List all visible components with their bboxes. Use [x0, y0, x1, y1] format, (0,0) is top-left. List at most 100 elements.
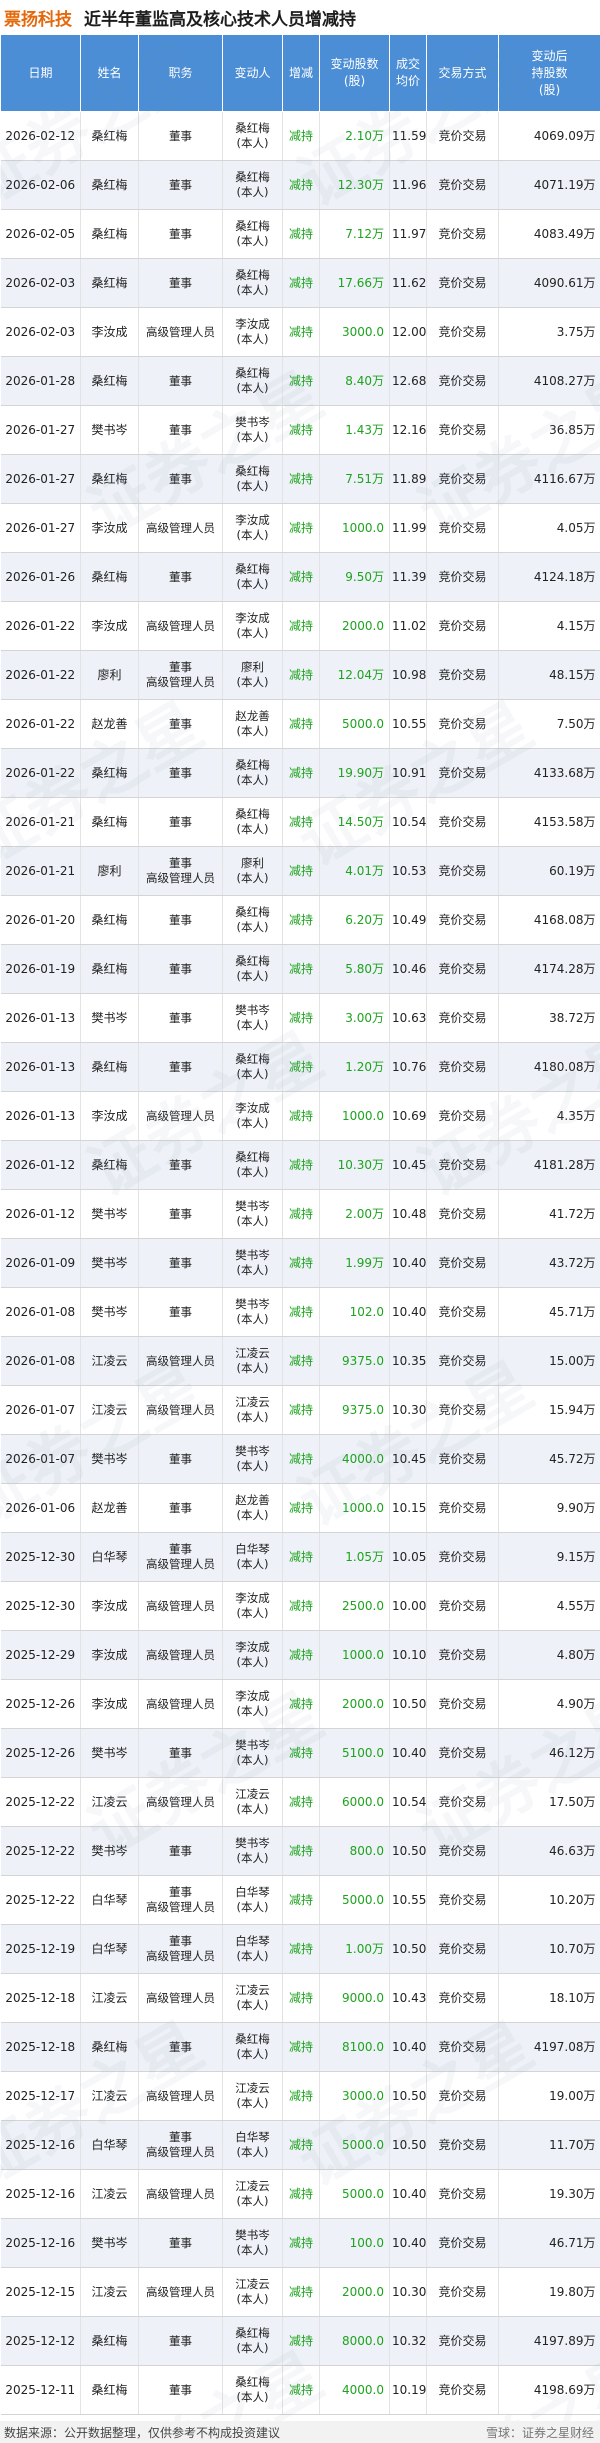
cell-direction: 减持	[282, 307, 320, 357]
cell-holdings-after: 45.71万	[498, 1287, 600, 1337]
company-name: 票扬科技	[4, 9, 72, 30]
cell-holdings-after: 15.94万	[498, 1385, 600, 1435]
cell-direction: 减持	[282, 1875, 320, 1925]
cell-price: 10.48	[389, 1189, 427, 1239]
cell-holdings-after: 4197.89万	[498, 2316, 600, 2366]
cell-direction: 减持	[282, 1434, 320, 1484]
cell-price: 10.53	[389, 846, 427, 896]
cell-amount: 6000.0	[319, 1777, 390, 1827]
table-row: 2026-01-12 桑红梅 董事 桑红梅 (本人) 减持 10.30万 10.45 竞价交易 4…	[0, 1140, 600, 1190]
cell-date: 2026-02-03	[0, 307, 81, 357]
cell-direction: 减持	[282, 1042, 320, 1092]
cell-name: 桑红梅	[80, 895, 139, 945]
table-row: 2026-01-21 桑红梅 董事 桑红梅 (本人) 减持 14.50万 10.54 竞价交易 4…	[0, 797, 600, 847]
cell-role: 高级管理人员	[138, 1973, 223, 2023]
cell-method: 竞价交易	[426, 1385, 499, 1435]
cell-price: 11.96	[389, 160, 427, 210]
cell-price: 10.63	[389, 993, 427, 1043]
cell-date: 2025-12-26	[0, 1679, 81, 1729]
cell-changer: 白华琴 (本人)	[222, 2120, 283, 2170]
cell-amount: 1000.0	[319, 1630, 390, 1680]
cell-changer: 江凌云 (本人)	[222, 1336, 283, 1386]
cell-direction: 减持	[282, 1483, 320, 1533]
table-row: 2025-12-18 桑红梅 董事 桑红梅 (本人) 减持 8100.0 10.40 竞价交易 4…	[0, 2022, 600, 2072]
cell-amount: 3.00万	[319, 993, 390, 1043]
table-row: 2025-12-22 江凌云 高级管理人员 江凌云 (本人) 减持 6000.0 10.54 竞…	[0, 1777, 600, 1827]
cell-amount: 3000.0	[319, 2071, 390, 2121]
cell-direction: 减持	[282, 160, 320, 210]
cell-method: 竞价交易	[426, 1287, 499, 1337]
cell-role: 董事 高级管理人员	[138, 1875, 223, 1925]
cell-holdings-after: 4180.08万	[498, 1042, 600, 1092]
cell-holdings-after: 4197.08万	[498, 2022, 600, 2072]
table-row: 2026-01-28 桑红梅 董事 桑红梅 (本人) 减持 8.40万 12.68 竞价交易 41…	[0, 356, 600, 406]
cell-date: 2026-01-22	[0, 748, 81, 798]
cell-holdings-after: 4174.28万	[498, 944, 600, 994]
table-row: 2025-12-18 江凌云 高级管理人员 江凌云 (本人) 减持 9000.0 10.43 竞…	[0, 1973, 600, 2023]
cell-name: 桑红梅	[80, 1140, 139, 1190]
cell-holdings-after: 43.72万	[498, 1238, 600, 1288]
cell-price: 12.00	[389, 307, 427, 357]
cell-date: 2026-01-12	[0, 1189, 81, 1239]
cell-direction: 减持	[282, 601, 320, 651]
cell-role: 董事 高级管理人员	[138, 650, 223, 700]
cell-amount: 2000.0	[319, 1679, 390, 1729]
cell-amount: 800.0	[319, 1826, 390, 1876]
cell-price: 12.68	[389, 356, 427, 406]
cell-holdings-after: 38.72万	[498, 993, 600, 1043]
table-row: 2026-02-03 李汝成 高级管理人员 李汝成 (本人) 减持 3000.0 12.00 竞…	[0, 307, 600, 357]
cell-changer: 桑红梅 (本人)	[222, 2022, 283, 2072]
cell-holdings-after: 46.12万	[498, 1728, 600, 1778]
cell-role: 董事	[138, 356, 223, 406]
cell-changer: 樊书岑 (本人)	[222, 1238, 283, 1288]
cell-role: 董事	[138, 111, 223, 161]
cell-name: 桑红梅	[80, 160, 139, 210]
cell-role: 高级管理人员	[138, 1091, 223, 1141]
cell-method: 竞价交易	[426, 1091, 499, 1141]
cell-price: 10.40	[389, 2169, 427, 2219]
cell-method: 竞价交易	[426, 846, 499, 896]
cell-holdings-after: 19.00万	[498, 2071, 600, 2121]
cell-changer: 桑红梅 (本人)	[222, 2316, 283, 2366]
cell-role: 董事	[138, 209, 223, 259]
cell-price: 11.99	[389, 503, 427, 553]
table-row: 2025-12-22 樊书岑 董事 樊书岑 (本人) 减持 800.0 10.50 竞价交易 46…	[0, 1826, 600, 1876]
cell-date: 2025-12-16	[0, 2218, 81, 2268]
cell-role: 董事	[138, 1238, 223, 1288]
cell-role: 董事	[138, 2365, 223, 2415]
cell-price: 10.50	[389, 1924, 427, 1974]
cell-date: 2025-12-15	[0, 2267, 81, 2317]
cell-role: 高级管理人员	[138, 601, 223, 651]
column-header: 增减	[282, 34, 320, 112]
cell-amount: 9375.0	[319, 1385, 390, 1435]
cell-direction: 减持	[282, 797, 320, 847]
cell-changer: 赵龙善 (本人)	[222, 1483, 283, 1533]
cell-amount: 1000.0	[319, 503, 390, 553]
cell-name: 江凌云	[80, 2071, 139, 2121]
cell-holdings-after: 10.70万	[498, 1924, 600, 1974]
cell-direction: 减持	[282, 405, 320, 455]
cell-date: 2025-12-29	[0, 1630, 81, 1680]
cell-amount: 5000.0	[319, 1875, 390, 1925]
cell-method: 竞价交易	[426, 1532, 499, 1582]
cell-changer: 白华琴 (本人)	[222, 1532, 283, 1582]
cell-name: 赵龙善	[80, 699, 139, 749]
cell-amount: 102.0	[319, 1287, 390, 1337]
cell-date: 2025-12-30	[0, 1581, 81, 1631]
column-header: 成交 均价	[389, 34, 427, 112]
cell-role: 高级管理人员	[138, 1336, 223, 1386]
cell-holdings-after: 4133.68万	[498, 748, 600, 798]
cell-direction: 减持	[282, 1630, 320, 1680]
cell-name: 白华琴	[80, 1924, 139, 1974]
cell-price: 10.40	[389, 2218, 427, 2268]
cell-date: 2025-12-18	[0, 2022, 81, 2072]
cell-name: 李汝成	[80, 307, 139, 357]
cell-amount: 2.00万	[319, 1189, 390, 1239]
cell-amount: 8000.0	[319, 2316, 390, 2366]
table-row: 2026-01-27 桑红梅 董事 桑红梅 (本人) 减持 7.51万 11.89 竞价交易 41…	[0, 454, 600, 504]
cell-method: 竞价交易	[426, 895, 499, 945]
cell-name: 桑红梅	[80, 1042, 139, 1092]
cell-role: 高级管理人员	[138, 2071, 223, 2121]
cell-name: 桑红梅	[80, 2022, 139, 2072]
cell-method: 竞价交易	[426, 2218, 499, 2268]
